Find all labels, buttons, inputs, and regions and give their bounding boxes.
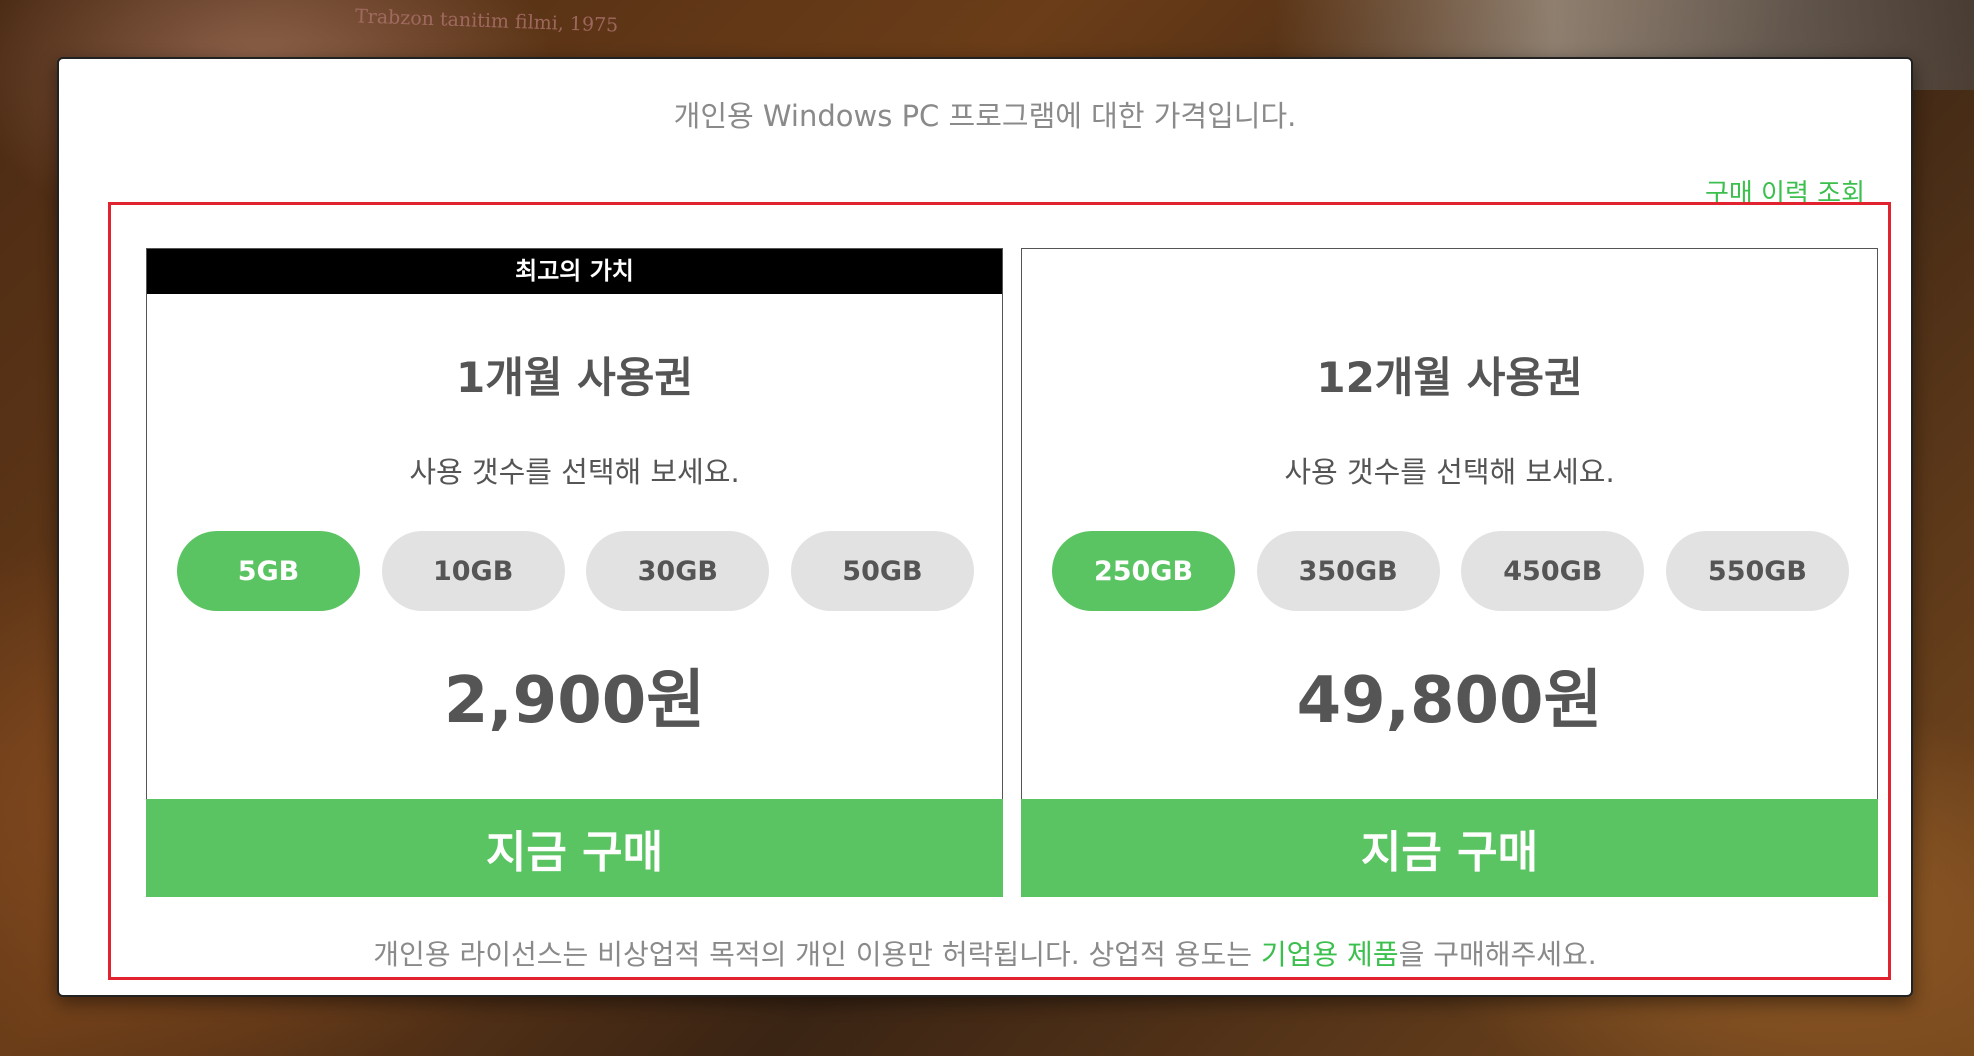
plan-subtitle: 사용 갯수를 선택해 보세요. bbox=[1284, 455, 1615, 489]
option-250gb[interactable]: 250GB bbox=[1052, 531, 1235, 611]
best-value-ribbon: 최고의 가치 bbox=[147, 249, 1002, 294]
option-350gb[interactable]: 350GB bbox=[1256, 531, 1440, 611]
pricing-panel: 개인용 Windows PC 프로그램에 대한 가격입니다. 구매 이력 조회 … bbox=[57, 57, 1913, 997]
option-550gb[interactable]: 550GB bbox=[1665, 531, 1849, 611]
capacity-options: 5GB 10GB 30GB 50GB bbox=[177, 531, 974, 611]
pricing-intro: 개인용 Windows PC 프로그램에 대한 가격입니다. bbox=[673, 99, 1297, 133]
plan-price: 49,800원 bbox=[1296, 664, 1603, 738]
plan-subtitle: 사용 갯수를 선택해 보세요. bbox=[409, 455, 740, 489]
buy-now-button[interactable]: 지금 구매 bbox=[146, 799, 1003, 897]
plan-title: 1개월 사용권 bbox=[455, 353, 694, 402]
plan-card-1-month: 최고의 가치 1개월 사용권 사용 갯수를 선택해 보세요. 5GB 10GB … bbox=[146, 248, 1003, 897]
option-5gb[interactable]: 5GB bbox=[177, 531, 360, 611]
option-450gb[interactable]: 450GB bbox=[1461, 531, 1645, 611]
license-note-text-end: 을 구매해주세요. bbox=[1398, 938, 1597, 971]
option-30gb[interactable]: 30GB bbox=[586, 531, 770, 611]
option-10gb[interactable]: 10GB bbox=[381, 531, 565, 611]
plan-price: 2,900원 bbox=[443, 664, 706, 738]
business-product-link[interactable]: 기업용 제품 bbox=[1261, 938, 1399, 971]
buy-now-button[interactable]: 지금 구매 bbox=[1021, 799, 1878, 897]
license-note-text: 개인용 라이선스는 비상업적 목적의 개인 이용만 허락됩니다. 상업적 용도는 bbox=[373, 938, 1261, 971]
plan-card-12-month: 12개월 사용권 사용 갯수를 선택해 보세요. 250GB 350GB 450… bbox=[1021, 248, 1878, 897]
option-50gb[interactable]: 50GB bbox=[790, 531, 974, 611]
license-note: 개인용 라이선스는 비상업적 목적의 개인 이용만 허락됩니다. 상업적 용도는… bbox=[59, 933, 1911, 973]
capacity-options: 250GB 350GB 450GB 550GB bbox=[1052, 531, 1849, 611]
plan-title: 12개월 사용권 bbox=[1316, 353, 1583, 402]
